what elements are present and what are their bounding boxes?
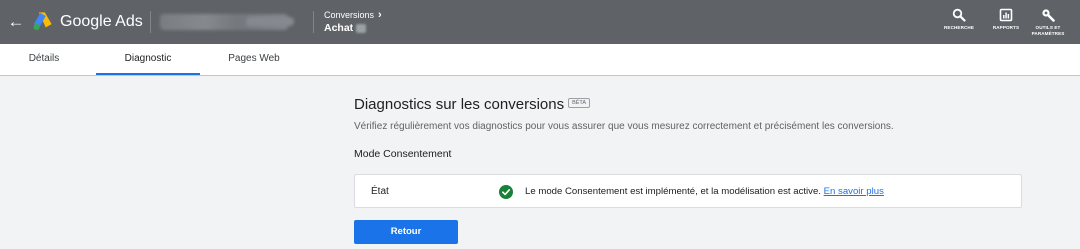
breadcrumb-current: Achat [324,22,354,34]
page-heading-text: Diagnostics sur les conversions [354,96,565,113]
tab-diagnostic[interactable]: Diagnostic [96,44,200,75]
search-tool-button[interactable]: RECHERCHE [934,8,984,40]
reports-icon [999,8,1013,22]
check-circle-icon [499,185,513,199]
tab-web-pages[interactable]: Pages Web [204,44,304,75]
account-id-redacted [246,17,294,26]
beta-badge: BÊTA [568,98,591,108]
status-label: État [371,186,389,197]
breadcrumb-parent[interactable]: Conversions [324,10,374,20]
search-tool-label: RECHERCHE [944,25,974,30]
status-message: Le mode Consentement est implémenté, et … [525,185,884,198]
search-icon [952,8,966,22]
back-button[interactable]: Retour [354,220,458,244]
google-ads-logo [33,12,52,31]
main-content: Diagnostics sur les conversions BÊTA Véri… [354,96,1024,244]
consent-mode-card: État Le mode Consentement est implémenté… [354,174,1022,208]
top-bar: ← Google Ads Conversions › Achat RECHERCH… [0,0,1080,44]
tab-details[interactable]: Détails [0,44,88,75]
tools-settings-label: OUTILS ET PARAMÈTRES [1031,25,1065,36]
brand-name: Google Ads [60,13,143,30]
active-tab-indicator [96,73,200,75]
header-divider [313,11,314,33]
page-heading: Diagnostics sur les conversions BÊTA [354,96,1024,114]
section-title: Mode Consentement [354,148,452,160]
breadcrumb[interactable]: Conversions › [324,10,382,21]
chevron-right-icon: › [378,9,382,21]
header-divider [150,11,151,33]
status-text: Le mode Consentement est implémenté, et … [525,186,821,197]
learn-more-link[interactable]: En savoir plus [824,186,884,197]
redacted-badge [356,23,367,33]
tab-bar: Détails Diagnostic Pages Web [0,44,1080,76]
page-title: Achat [324,22,367,35]
tools-settings-button[interactable]: OUTILS ET PARAMÈTRES [1023,8,1073,40]
wrench-icon [1042,9,1055,22]
page-description: Vérifiez régulièrement vos diagnostics p… [354,121,894,132]
back-arrow-icon[interactable]: ← [6,11,26,33]
